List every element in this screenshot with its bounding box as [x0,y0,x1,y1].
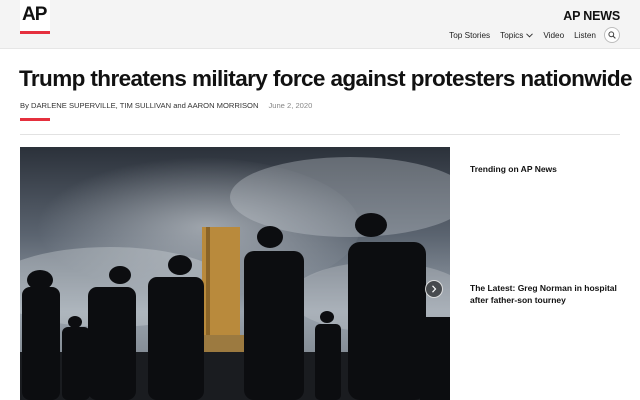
ap-logo[interactable]: AP [20,0,50,34]
nav-top-stories[interactable]: Top Stories [449,31,490,40]
article-byline: By DARLENE SUPERVILLE, TIM SULLIVAN and … [20,101,312,110]
top-bar: AP AP NEWS Top Stories Topics Video List… [0,0,640,49]
nav-topics[interactable]: Topics [500,30,534,40]
chevron-down-icon [526,32,534,38]
trending-heading: Trending on AP News [470,164,557,174]
lead-photo[interactable] [20,147,450,400]
headline-accent-rule [20,118,50,121]
lead-photo-image [20,147,450,400]
byline-authors: By DARLENE SUPERVILLE, TIM SULLIVAN and … [20,101,259,110]
article-date: June 2, 2020 [268,101,313,110]
chevron-right-icon [432,285,437,293]
nav-topics-label: Topics [500,30,524,40]
logo-accent-bar [20,31,50,34]
logo-text: AP [22,4,47,25]
brand-name[interactable]: AP NEWS [563,9,620,23]
main-nav: Top Stories Topics Video Listen [439,27,620,43]
article-headline: Trump threatens military force against p… [19,66,633,91]
section-divider [20,134,620,135]
search-icon [608,31,616,39]
carousel-next-button[interactable] [425,280,443,298]
search-button[interactable] [604,27,620,43]
trending-story-link[interactable]: The Latest: Greg Norman in hospital afte… [470,282,630,306]
nav-video[interactable]: Video [543,31,564,40]
nav-listen[interactable]: Listen [574,31,596,40]
